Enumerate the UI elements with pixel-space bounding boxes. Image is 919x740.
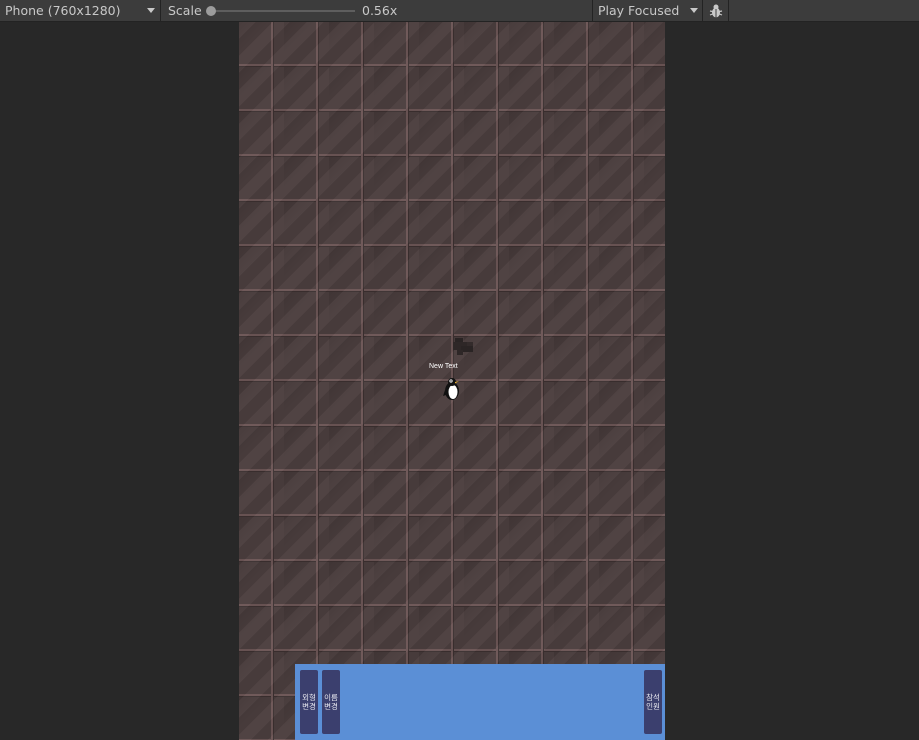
chevron-down-icon [147, 8, 155, 13]
penguin-player[interactable] [442, 376, 462, 402]
change-name-button[interactable]: 이름 변경 [322, 670, 340, 734]
play-mode-dropdown[interactable]: Play Focused [592, 0, 703, 21]
attendees-button[interactable]: 참석 인원 [644, 670, 662, 734]
debug-button[interactable] [703, 0, 729, 21]
chevron-down-icon [690, 8, 698, 13]
player-name-label: New Text [429, 363, 458, 370]
change-appearance-button[interactable]: 외형 변경 [300, 670, 318, 734]
resolution-label: Phone (760x1280) [5, 3, 121, 18]
dark-stain [453, 338, 473, 355]
resolution-dropdown[interactable]: Phone (760x1280) [0, 0, 161, 21]
scale-value: 0.56x [362, 3, 398, 18]
play-mode-label: Play Focused [598, 3, 680, 18]
scale-slider-track[interactable] [211, 10, 355, 12]
scale-label: Scale [168, 3, 202, 18]
bottom-action-panel: 외형 변경 이름 변경 참석 인원 [295, 664, 665, 740]
scale-slider-handle[interactable] [206, 6, 216, 16]
game-view-toolbar: Phone (760x1280) Scale 0.56x Play Focuse… [0, 0, 919, 22]
game-view[interactable]: New Text 외형 변경 이름 변경 참석 인원 [239, 22, 665, 740]
bug-icon [709, 4, 722, 17]
